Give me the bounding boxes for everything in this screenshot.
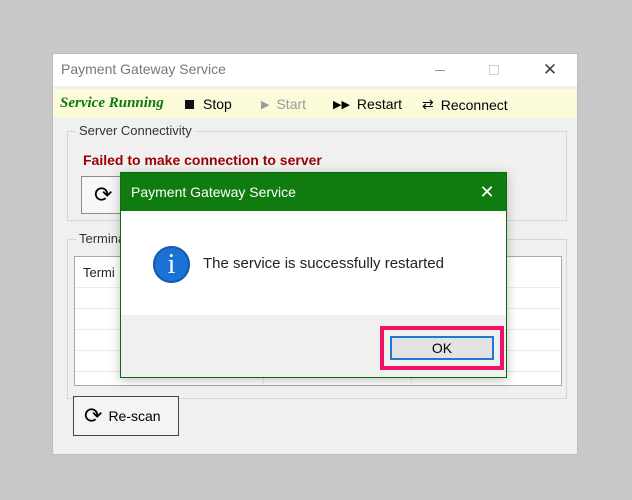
restart-button[interactable]: ▶▶ Restart — [333, 96, 402, 112]
play-icon: ▶ — [261, 98, 270, 111]
close-icon: ✕ — [479, 181, 495, 202]
title-bar: Payment Gateway Service ✕ — [53, 54, 577, 86]
swap-arrows-icon: ⇄ — [422, 96, 434, 112]
refresh-icon: ⟳ — [94, 182, 113, 207]
stop-label: Stop — [203, 96, 232, 112]
window-title: Payment Gateway Service — [61, 61, 226, 77]
service-toolbar: Service Running Stop ▶ Start ▶▶ Restart … — [53, 89, 577, 118]
start-label: Start — [276, 96, 307, 112]
maximize-icon — [489, 65, 499, 75]
info-icon: i — [153, 246, 190, 283]
refresh-icon: ⟳ — [84, 403, 103, 428]
message-dialog: Payment Gateway Service ✕ i The service … — [120, 172, 507, 378]
rescan-button[interactable]: ⟳ Re-scan — [73, 396, 179, 436]
ok-button[interactable]: OK — [390, 336, 494, 360]
server-connectivity-label: Server Connectivity — [76, 123, 195, 138]
stop-icon — [185, 99, 194, 109]
close-icon: ✕ — [542, 60, 558, 79]
maximize-button[interactable] — [471, 54, 517, 86]
dialog-message: The service is successfully restarted — [203, 255, 444, 272]
start-button[interactable]: ▶ Start — [261, 96, 306, 112]
fast-forward-icon: ▶▶ — [333, 98, 350, 111]
rescan-label: Re-scan — [108, 408, 161, 424]
ok-button-highlight: OK — [380, 326, 504, 370]
service-status: Service Running — [60, 95, 164, 111]
close-button[interactable]: ✕ — [527, 54, 573, 86]
restart-label: Restart — [356, 96, 403, 112]
dialog-close-button[interactable]: ✕ — [468, 173, 506, 211]
terminal-column-header: Termi — [83, 265, 115, 280]
reconnect-button[interactable]: ⇄ Reconnect — [422, 96, 508, 113]
dialog-title: Payment Gateway Service — [131, 184, 296, 200]
reconnect-label: Reconnect — [440, 96, 508, 113]
minimize-icon — [435, 69, 445, 71]
dialog-title-bar: Payment Gateway Service ✕ — [121, 173, 506, 211]
minimize-button[interactable] — [417, 54, 463, 86]
connection-error-text: Failed to make connection to server — [83, 152, 322, 168]
stop-button[interactable]: Stop — [185, 96, 232, 112]
